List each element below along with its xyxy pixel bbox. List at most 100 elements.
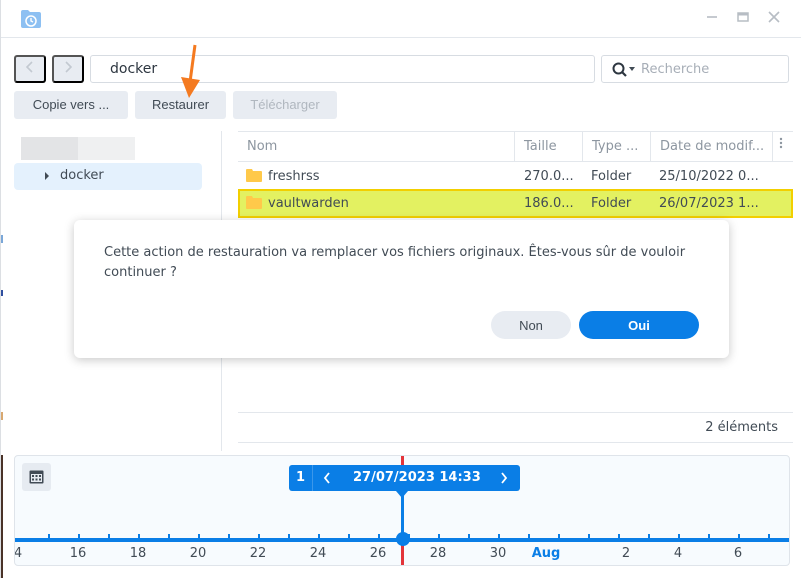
timeline-label: 30: [489, 546, 507, 561]
expand-caret-icon[interactable]: [45, 172, 49, 180]
folder-icon: [246, 196, 262, 209]
restore-confirmation-dialog: Cette action de restauration va remplace…: [74, 220, 729, 358]
next-version-button[interactable]: [494, 465, 514, 491]
timeline-label: 24: [309, 546, 327, 561]
tree-item-docker[interactable]: docker: [14, 163, 202, 190]
timeline-tick: [768, 534, 770, 539]
previous-version-button[interactable]: [317, 465, 337, 491]
copy-to-button[interactable]: Copie vers ...: [14, 91, 128, 119]
cell-name: vaultwarden: [268, 196, 349, 211]
column-header-type[interactable]: Type ...: [583, 132, 651, 161]
timeline[interactable]: 41618202224262830Aug2468 1 27/07/2023 14…: [14, 455, 790, 566]
maximize-icon[interactable]: [734, 10, 752, 28]
cell-size: 270.0...: [524, 169, 574, 184]
background-window-edge: [1, 290, 3, 296]
timeline-tick: [348, 534, 350, 539]
grid-header: Nom Taille Type ... Date de modif...: [238, 131, 793, 162]
timeline-tick: [648, 534, 650, 539]
item-count: 2 éléments: [705, 420, 778, 435]
folder-icon: [246, 169, 262, 182]
timeline-tick: [558, 534, 560, 539]
background-window-edge: [1, 455, 3, 578]
close-icon[interactable]: [765, 10, 783, 28]
download-button: Télécharger: [233, 91, 337, 119]
path-text: docker: [110, 61, 158, 77]
chevron-right-icon: [65, 61, 73, 73]
background-window-edge: [1, 412, 3, 420]
timeline-tick: [198, 534, 200, 539]
timeline-tick: [708, 534, 710, 539]
table-row[interactable]: freshrss 270.0... Folder 25/10/2022 0...: [238, 162, 793, 191]
timeline-label: 16: [69, 546, 87, 561]
timeline-tick: [678, 534, 680, 539]
timeline-tick: [528, 534, 530, 539]
timeline-handle[interactable]: [396, 532, 410, 546]
timeline-tick: [588, 534, 590, 539]
timeline-label: 6: [733, 546, 743, 561]
chevron-left-icon: [323, 472, 330, 484]
tree-root-placeholder: [78, 137, 135, 160]
timeline-label: 4: [673, 546, 683, 561]
forward-button[interactable]: [52, 55, 84, 83]
column-header-name[interactable]: Nom: [238, 132, 515, 161]
timeline-tick: [288, 534, 290, 539]
backup-explorer-window: docker Copie vers ... Restaurer Téléchar…: [0, 0, 801, 578]
cell-type: Folder: [591, 196, 632, 211]
title-bar: [1, 0, 801, 38]
timeline-label: 2: [621, 546, 631, 561]
timeline-tick: [378, 534, 380, 539]
timeline-tick: [48, 534, 50, 539]
calendar-button[interactable]: [22, 463, 51, 491]
column-header-size[interactable]: Taille: [515, 132, 583, 161]
dialog-message: Cette action de restauration va remplace…: [104, 245, 686, 280]
version-pointer: [396, 491, 408, 498]
chevron-right-icon: [501, 472, 508, 484]
timeline-label: 28: [429, 546, 447, 561]
version-count: 1: [289, 465, 313, 491]
timeline-tick: [498, 534, 500, 539]
minimize-icon[interactable]: [703, 10, 721, 28]
timeline-tick: [738, 534, 740, 539]
timeline-tick: [618, 534, 620, 539]
cell-modified: 25/10/2022 0...: [659, 169, 759, 184]
timeline-tick: [228, 534, 230, 539]
timeline-label: 4: [14, 546, 23, 561]
background-window-edge: [1, 235, 3, 243]
timeline-tick: [168, 534, 170, 539]
chevron-left-icon: [25, 61, 33, 73]
table-row-selected[interactable]: vaultwarden 186.0... Folder 26/07/2023 1…: [238, 189, 793, 218]
tree-root-placeholder: [21, 137, 78, 160]
path-field[interactable]: docker: [90, 55, 595, 83]
version-selector: 1 27/07/2023 14:33: [289, 465, 520, 498]
search-field[interactable]: [601, 55, 789, 83]
search-icon: [612, 62, 627, 77]
calendar-icon: [29, 470, 44, 484]
timeline-tick: [78, 534, 80, 539]
column-header-modified[interactable]: Date de modif...: [651, 132, 773, 161]
timeline-label: 26: [369, 546, 387, 561]
cell-size: 186.0...: [524, 196, 574, 211]
timeline-label: 22: [249, 546, 267, 561]
timeline-tick: [468, 534, 470, 539]
timeline-label: 18: [129, 546, 147, 561]
back-button[interactable]: [14, 55, 46, 83]
timeline-tick: [318, 534, 320, 539]
timeline-tick: [438, 534, 440, 539]
timeline-tick: [108, 534, 110, 539]
cell-modified: 26/07/2023 1...: [659, 196, 759, 211]
version-date: 27/07/2023 14:33: [353, 470, 481, 485]
timeline-label: 20: [189, 546, 207, 561]
confirm-button[interactable]: Oui: [579, 311, 699, 339]
timeline-tick: [258, 534, 260, 539]
backup-explorer-folder-clock-icon: [21, 10, 41, 28]
search-options-caret-icon[interactable]: [629, 67, 635, 71]
timeline-tick: [138, 534, 140, 539]
cell-type: Folder: [591, 169, 632, 184]
grid-footer: 2 éléments: [238, 412, 793, 443]
cancel-button[interactable]: Non: [491, 311, 571, 339]
annotation-arrow-icon: [181, 44, 200, 98]
search-input[interactable]: [641, 59, 781, 79]
tree-item-label: docker: [60, 168, 104, 183]
timeline-label: Aug: [531, 546, 561, 561]
column-menu-icon[interactable]: [773, 132, 793, 161]
